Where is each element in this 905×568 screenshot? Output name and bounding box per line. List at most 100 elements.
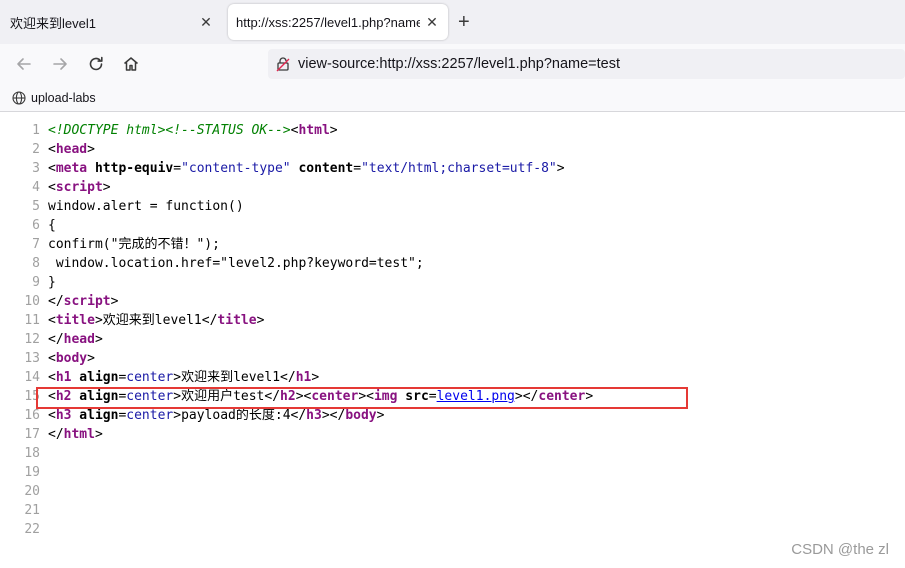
source-line: 9} (0, 273, 593, 292)
line-code: </html> (40, 425, 103, 444)
url-text[interactable]: view-source:http://xss:2257/level1.php?n… (298, 56, 620, 72)
code-token: > (256, 313, 265, 328)
code-token: body (55, 351, 88, 366)
bookmark-label: upload-labs (31, 90, 96, 105)
code-token: > (110, 294, 119, 309)
globe-icon (12, 90, 26, 105)
code-token: >欢迎用户test</ (173, 389, 281, 404)
line-number: 17 (24, 427, 40, 442)
url-bar[interactable]: view-source:http://xss:2257/level1.php?n… (268, 49, 905, 79)
source-line: 15 <h2 align=center>欢迎用户test</h2><center>… (0, 387, 593, 406)
code-token: > (102, 180, 111, 195)
code-token: title (55, 313, 95, 328)
bookmark-upload-labs[interactable]: upload-labs (12, 91, 96, 105)
source-line: 22 (0, 520, 593, 539)
code-token: center (126, 370, 174, 385)
code-token: confirm("完成的不错！"); (48, 237, 220, 252)
code-token: <!--STATUS OK--> (165, 123, 291, 138)
home-icon (124, 57, 138, 71)
code-token: </ (48, 294, 64, 309)
line-code: <title>欢迎来到level1</title> (40, 311, 264, 330)
line-code: confirm("完成的不错！"); (40, 235, 220, 254)
code-token: h2 (55, 389, 72, 404)
source-view: 1 <!DOCTYPE html><!--STATUS OK--><html> 2 <… (0, 121, 593, 539)
forward-button[interactable] (48, 52, 72, 76)
code-token: "text/html;charset=utf-8" (361, 161, 557, 176)
code-token: html (63, 427, 95, 442)
line-code: <!DOCTYPE html><!--STATUS OK--><html> (40, 121, 338, 140)
tab-view-source[interactable]: http://xss:2257/level1.php?name= ✕ (228, 4, 448, 40)
source-link[interactable]: level1.png (437, 389, 515, 404)
source-line: 1 <!DOCTYPE html><!--STATUS OK--><html> (0, 121, 593, 140)
code-token: > (556, 161, 565, 176)
new-tab-button[interactable]: + (458, 10, 470, 34)
close-tab-icon[interactable]: ✕ (194, 14, 218, 31)
line-code: <meta http-equiv="content-type" content=… (40, 159, 565, 178)
tab-level1[interactable]: 欢迎来到level1 ✕ (0, 4, 222, 40)
code-token: title (217, 313, 257, 328)
line-number: 13 (24, 351, 40, 366)
line-number: 21 (24, 503, 40, 518)
line-number: 15 (24, 389, 40, 404)
code-token: > (87, 142, 95, 157)
code-token: h3 (306, 408, 322, 423)
line-number: 22 (24, 522, 40, 537)
source-line: 19 (0, 463, 593, 482)
code-token: h1 (55, 370, 72, 385)
line-code: </script> (40, 292, 118, 311)
code-token: > (376, 408, 385, 423)
line-code: window.alert = function() (40, 197, 244, 216)
navigation-bar: view-source:http://xss:2257/level1.php?n… (0, 44, 905, 84)
line-number: 7 (32, 237, 40, 252)
line-number: 1 (32, 123, 40, 138)
code-token: align (71, 370, 119, 385)
code-token: http-equiv (87, 161, 174, 176)
reload-button[interactable] (84, 52, 108, 76)
line-code: <h2 align=center>欢迎用户test</h2><center><i… (40, 387, 593, 406)
code-token: </ (48, 332, 64, 347)
line-number: 6 (32, 218, 40, 233)
source-line: 7 confirm("完成的不错！"); (0, 235, 593, 254)
line-number: 10 (24, 294, 40, 309)
tab-title: 欢迎来到level1 (10, 15, 96, 31)
code-token: ></ (321, 408, 346, 423)
home-button[interactable] (119, 52, 143, 76)
code-token: < (48, 408, 56, 423)
code-token: body (345, 408, 377, 423)
code-token: img (373, 389, 398, 404)
code-token: < (48, 161, 56, 176)
code-token: center (126, 389, 174, 404)
code-token: = (353, 161, 362, 176)
code-token: "content-type" (181, 161, 291, 176)
code-token: h3 (55, 408, 72, 423)
code-token: center (126, 408, 174, 423)
code-token: head (55, 142, 88, 157)
close-tab-icon[interactable]: ✕ (420, 14, 444, 31)
code-token: < (48, 389, 56, 404)
source-line: 20 (0, 482, 593, 501)
code-token: > (311, 370, 320, 385)
code-token: > (87, 351, 95, 366)
line-code: <h3 align=center>payload的长度:4</h3></body… (40, 406, 384, 425)
code-token: >欢迎来到level1</ (173, 370, 296, 385)
line-number: 18 (24, 446, 40, 461)
code-token: src (397, 389, 429, 404)
code-token: < (48, 142, 56, 157)
arrow-right-icon (53, 58, 67, 70)
code-token: < (48, 351, 56, 366)
page-info-icon[interactable] (268, 56, 298, 72)
code-token: < (48, 313, 56, 328)
code-token: >< (358, 389, 374, 404)
source-line: 13 <body> (0, 349, 593, 368)
back-button[interactable] (12, 52, 36, 76)
source-line: 17 </html> (0, 425, 593, 444)
code-token: < (48, 180, 56, 195)
line-code: <body> (40, 349, 95, 368)
line-code: <head> (40, 140, 95, 159)
line-number: 20 (24, 484, 40, 499)
bookmarks-toolbar: upload-labs (0, 84, 905, 112)
code-token: > (329, 123, 338, 138)
source-line: 11 <title>欢迎来到level1</title> (0, 311, 593, 330)
